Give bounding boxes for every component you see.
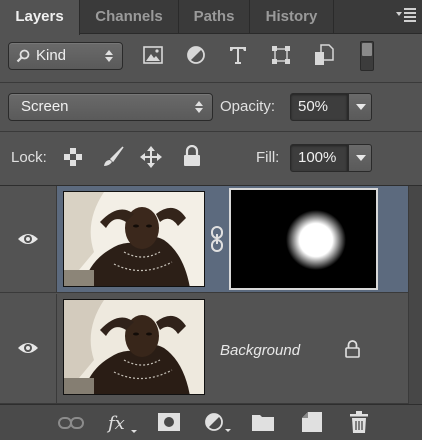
- layers-scrollbar[interactable]: [408, 186, 422, 404]
- blend-mode-label: Screen: [21, 98, 69, 115]
- link-icon[interactable]: [210, 226, 224, 252]
- layer-name[interactable]: Background: [220, 342, 300, 359]
- layer-row-selected[interactable]: [0, 186, 408, 293]
- tab-history[interactable]: History: [250, 0, 334, 34]
- fill-input[interactable]: 100%: [290, 144, 348, 172]
- tab-channels[interactable]: Channels: [80, 0, 179, 34]
- adjustment-filter-icon[interactable]: [186, 45, 206, 65]
- tab-layers[interactable]: Layers: [0, 0, 80, 35]
- chevron-updown-icon: [105, 50, 113, 62]
- lock-position-icon[interactable]: [140, 146, 162, 168]
- portrait-image: [64, 192, 204, 286]
- lock-all-icon[interactable]: [183, 145, 201, 167]
- filter-kind-dropdown[interactable]: Kind: [8, 42, 123, 70]
- panel-menu-icon[interactable]: [396, 6, 416, 24]
- chevron-down-icon: [356, 155, 366, 161]
- layer-thumbnail[interactable]: [63, 299, 205, 395]
- layer-thumbnail[interactable]: [63, 191, 205, 287]
- tab-paths[interactable]: Paths: [179, 0, 250, 34]
- layer-lock-icon: [345, 340, 360, 358]
- layer-row-background[interactable]: Background: [0, 294, 408, 404]
- eye-icon: [18, 343, 38, 353]
- panel-tab-bar: Layers Channels Paths History: [0, 0, 422, 35]
- fill-label: Fill:: [256, 149, 280, 166]
- panel-footer: fx: [0, 404, 422, 440]
- opacity-input[interactable]: 50%: [290, 93, 348, 121]
- new-layer-icon[interactable]: [302, 412, 322, 432]
- chevron-down-icon: [356, 104, 366, 110]
- smart-object-filter-icon[interactable]: [314, 44, 334, 66]
- image-filter-icon[interactable]: [143, 46, 163, 64]
- opacity-dropdown-button[interactable]: [348, 93, 372, 121]
- fill-dropdown-button[interactable]: [348, 144, 372, 172]
- mask-image: [231, 190, 376, 288]
- visibility-toggle[interactable]: [0, 294, 57, 403]
- link-layers-icon[interactable]: [58, 417, 84, 429]
- visibility-toggle[interactable]: [0, 186, 57, 292]
- lock-label: Lock:: [11, 149, 47, 166]
- shape-filter-icon[interactable]: [271, 45, 291, 65]
- filter-kind-label: Kind: [36, 47, 67, 64]
- add-mask-icon[interactable]: [158, 413, 180, 431]
- eye-icon: [18, 234, 38, 244]
- filter-toggle-switch[interactable]: [360, 41, 374, 71]
- type-filter-icon[interactable]: [228, 44, 248, 66]
- divider: [0, 82, 422, 83]
- delete-layer-icon[interactable]: [350, 411, 368, 433]
- blend-mode-dropdown[interactable]: Screen: [8, 93, 213, 121]
- adjustment-layer-icon[interactable]: [204, 412, 234, 434]
- layer-mask-thumbnail[interactable]: [229, 188, 378, 290]
- fx-icon[interactable]: fx: [106, 411, 140, 435]
- lock-image-icon[interactable]: [102, 146, 124, 168]
- svg-text:fx: fx: [106, 413, 125, 434]
- new-group-icon[interactable]: [252, 413, 274, 431]
- opacity-label: Opacity:: [220, 98, 276, 115]
- search-icon: [16, 49, 30, 63]
- portrait-image: [64, 300, 204, 394]
- divider: [0, 131, 422, 132]
- chevron-updown-icon: [195, 101, 203, 113]
- lock-transparent-icon[interactable]: [64, 148, 82, 166]
